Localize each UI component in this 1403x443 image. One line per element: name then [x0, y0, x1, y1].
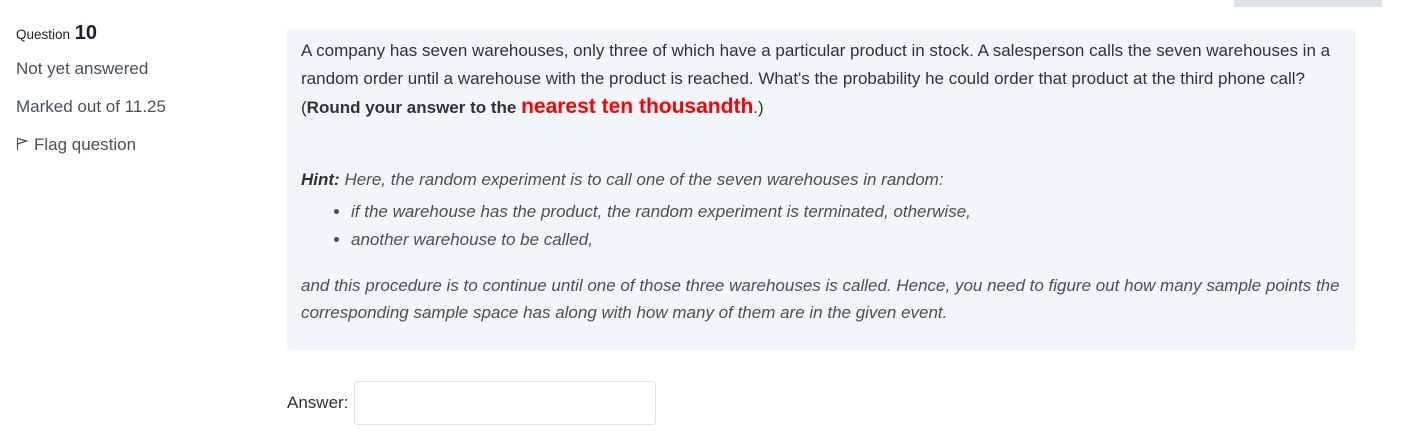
question-text-end: .): [753, 98, 764, 117]
hint-conclusion: and this procedure is to continue until …: [301, 276, 1340, 322]
flag-question-link[interactable]: Flag question: [16, 135, 266, 156]
question-label: Question: [16, 27, 71, 42]
answer-label: Answer:: [287, 393, 349, 412]
hint-intro: Hint: Here, the random experiment is to …: [301, 170, 1342, 190]
question-marks: Marked out of 11.25: [16, 97, 166, 116]
question-formulation: A company has seven warehouses, only thr…: [287, 29, 1356, 350]
question-text-bold: Round your answer to the: [306, 98, 522, 117]
hint-intro-text: Here, the random experiment is to call o…: [339, 170, 944, 189]
question-status: Not yet answered: [16, 59, 149, 78]
question-text: A company has seven warehouses, only thr…: [301, 37, 1342, 122]
answer-input[interactable]: [354, 381, 657, 425]
hint-bullet: another warehouse to be called,: [351, 226, 1342, 254]
question-info: Question 10 Not yet answered Marked out …: [16, 22, 266, 174]
question-number: Question 10: [16, 22, 266, 45]
question-number-value: 10: [74, 22, 98, 44]
top-strip: [1234, 0, 1382, 7]
question-text-highlight: nearest ten thousandth: [521, 95, 754, 118]
flag-question-label: Flag question: [34, 135, 137, 154]
answer-row: Answer:: [287, 381, 657, 425]
hint-label: Hint:: [301, 170, 340, 189]
hint-bullet: if the warehouse has the product, the ra…: [351, 198, 1342, 226]
hint-list: if the warehouse has the product, the ra…: [301, 198, 1342, 254]
flag-icon: [16, 136, 29, 156]
